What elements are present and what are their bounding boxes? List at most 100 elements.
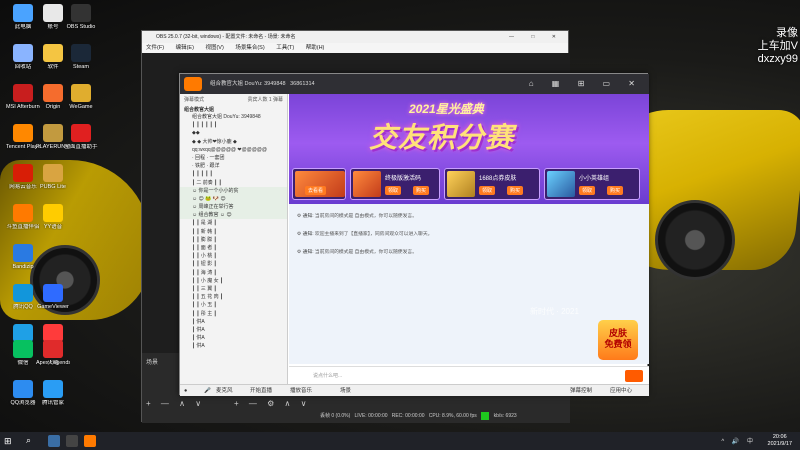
desktop-icon[interactable]: Steam xyxy=(64,44,98,70)
promo-badge[interactable]: 皮肤 免费领 xyxy=(598,320,638,360)
danmu-row[interactable]: ┃ ┃ 膨 膨 ┃ xyxy=(180,236,287,244)
play-music-button[interactable]: 播放音乐 xyxy=(290,385,312,397)
event-banner[interactable]: 2021星光盛典 交友积分赛 去看看 终极版激活码 领取 购买 1688点券皮肤… xyxy=(289,94,649,204)
system-tray[interactable]: ^ 🔊 中 xyxy=(721,436,756,445)
card-button-2[interactable]: 购买 xyxy=(413,186,430,195)
app-icon xyxy=(13,4,33,22)
banner-card[interactable]: 1688点券皮肤 领取 购买 xyxy=(444,168,540,200)
danmu-control[interactable]: 弹幕控制 xyxy=(570,385,592,397)
douyu-toolbar: ● 🎤 麦克风 开始直播 播放音乐 场景 弹幕控制 应用中心 xyxy=(180,384,649,396)
banner-card[interactable]: 终极版激活码 领取 购买 xyxy=(350,168,440,200)
desktop-icon[interactable]: 全面直播助手 xyxy=(64,124,98,150)
danmu-row[interactable]: 组合教官大姐 DouYu: 3949848 xyxy=(180,113,287,121)
banner-card[interactable]: 去看看 xyxy=(292,168,346,200)
menu-file[interactable]: 文件(F) xyxy=(146,45,164,51)
desktop-icon[interactable]: 网易云音乐 xyxy=(6,164,40,190)
danmu-row[interactable]: ☺ 周峰正在举行答 xyxy=(180,203,287,212)
start-button[interactable]: ⊞ xyxy=(4,436,12,447)
tab-guest-count[interactable]: 贵宾人数 1 弹幕 xyxy=(247,94,283,106)
danmu-row[interactable]: ☺ 😊 🐸 🐶 😊 xyxy=(180,194,287,204)
desktop-icon[interactable]: GameViewer xyxy=(36,284,70,310)
card-button[interactable]: 去看看 xyxy=(305,186,327,195)
card-button[interactable]: 领取 xyxy=(579,186,596,195)
sidebar-tabs[interactable]: 弹幕模式 贵宾人数 1 弹幕 xyxy=(180,94,287,106)
desktop-icon[interactable]: 腾讯管家 xyxy=(36,380,70,406)
danmu-row[interactable]: ┃ ┃ 小 魔 女 ┃ xyxy=(180,277,287,285)
desktop-icon[interactable]: MSI Afterburner xyxy=(6,84,40,110)
desktop-icon[interactable]: 此电脑 xyxy=(6,4,40,30)
desktop-icon[interactable]: 回收站 xyxy=(6,44,40,70)
status-indicator xyxy=(481,411,490,420)
desktop-icon[interactable]: 腾讯QQ xyxy=(6,284,40,310)
menu-help[interactable]: 帮助(H) xyxy=(306,45,325,51)
danmu-row[interactable]: ┃ ┃ 五 花 肉 ┃ xyxy=(180,293,287,301)
app-icon xyxy=(43,380,63,398)
scene-controls[interactable]: + — ∧ ∨ xyxy=(146,399,205,408)
obs-titlebar[interactable]: OBS 25.0.7 (32-bit, windows) - 配置文件: 未命名… xyxy=(142,31,568,43)
danmu-row[interactable]: ┃ ┃ 彤 主 ┃ xyxy=(180,310,287,318)
danmu-row[interactable]: ┃ 供A xyxy=(180,342,287,350)
mic-icon[interactable]: 🎤 xyxy=(204,385,211,397)
window-buttons[interactable]: — □ ✕ xyxy=(509,31,564,43)
danmu-row[interactable]: qq:wxqq@@@@@ ❤@@@@@ xyxy=(180,146,287,154)
taskview-icon[interactable] xyxy=(48,435,60,447)
avatar[interactable]: ● xyxy=(184,385,187,397)
menu-tools[interactable]: 工具(T) xyxy=(276,45,294,51)
danmu-row[interactable]: · 铁肥 · 跟洋 xyxy=(180,162,287,170)
danmu-row[interactable]: ┃ 供A xyxy=(180,318,287,326)
danmu-row[interactable]: ◆ ◆ 大帅❤惊小鹿 ◆ xyxy=(180,138,287,146)
app-center[interactable]: 应用中心 xyxy=(610,385,632,397)
obs-taskbar-icon[interactable] xyxy=(66,435,78,447)
douyu-taskbar-icon[interactable] xyxy=(84,435,96,447)
desktop-icon[interactable]: WeGame xyxy=(64,84,98,110)
danmu-row[interactable]: ┃ ┃ 钮 影 ┃ xyxy=(180,260,287,268)
danmu-row[interactable]: ┃ ┃ 三 翼 ┃ xyxy=(180,285,287,293)
menu-scene-collection[interactable]: 场景集合(S) xyxy=(235,45,264,51)
mic-label[interactable]: 麦克风 xyxy=(216,385,233,397)
menu-edit[interactable]: 编辑(E) xyxy=(176,45,194,51)
danmu-row[interactable]: ┃ ┃ ┃ ┃ ┃ ┃ xyxy=(180,121,287,129)
card-title: 小小英雄组 xyxy=(579,176,610,182)
menu-view[interactable]: 视图(V) xyxy=(205,45,223,51)
danmu-row[interactable]: ◆◆ xyxy=(180,129,287,137)
danmu-row[interactable]: ┃ ┃ ┃ ┃ ┃ xyxy=(180,170,287,178)
search-icon[interactable]: ⌕ xyxy=(26,435,31,446)
danmu-row[interactable]: ☺ 组合教官 ☺ 😊 xyxy=(180,211,287,220)
danmu-row[interactable]: ┃ ┃ 面 者 ┃ xyxy=(180,244,287,252)
douyu-client-window[interactable]: 组合教官大姐 DouYu: 3949848 36861314 ⌂ ▦ ⊞ ▭ ✕… xyxy=(179,73,649,396)
danmu-row[interactable]: ┃ 二 前奏 ┃ ┃ xyxy=(180,179,287,187)
tab-danmu-mode[interactable]: 弹幕模式 xyxy=(184,97,204,103)
scene-button[interactable]: 场景 xyxy=(340,385,351,397)
source-controls[interactable]: + — ⚙ ∧ ∨ xyxy=(234,399,310,408)
danmu-row[interactable]: ┃ ┃ 是 湖 ┃ xyxy=(180,219,287,227)
app-icon xyxy=(43,84,63,102)
danmu-row[interactable]: ┃ ┃ 海 涛 ┃ xyxy=(180,269,287,277)
danmu-row[interactable]: ┃ ┃ 小 玉 ┃ xyxy=(180,301,287,309)
card-button-2[interactable]: 购买 xyxy=(607,186,624,195)
desktop-icon[interactable]: OBS Studio xyxy=(64,4,98,30)
topbar-icons[interactable]: ⌂ ▦ ⊞ ▭ ✕ xyxy=(529,74,643,94)
danmu-row[interactable]: · 回程 · 一套团 xyxy=(180,154,287,162)
danmu-row[interactable]: ┃ ┃ 新 韩 ┃ xyxy=(180,228,287,236)
desktop-icon[interactable]: 火绒 xyxy=(36,340,70,366)
danmu-row[interactable]: ┃ 供A xyxy=(180,326,287,334)
chat-input[interactable]: 说点什么吧... xyxy=(313,372,342,379)
danmu-row[interactable]: ┃ 供A xyxy=(180,334,287,342)
open-live-button[interactable]: 开始直播 xyxy=(250,385,272,397)
desktop-icon[interactable]: YY语音 xyxy=(36,204,70,230)
card-button[interactable]: 领取 xyxy=(385,186,402,195)
desktop-icon[interactable]: 微信 xyxy=(6,340,40,366)
desktop-icon[interactable]: PUBG Lite xyxy=(36,164,70,190)
send-button[interactable] xyxy=(625,370,643,382)
card-button-2[interactable]: 购买 xyxy=(507,186,524,195)
danmu-row[interactable]: ☺ 你是一个小小的贫 xyxy=(180,186,287,195)
desktop-icon[interactable]: 斗鱼直播伴侣 xyxy=(6,204,40,230)
desktop-icon[interactable]: QQ浏览器 xyxy=(6,380,40,406)
desktop-icon[interactable]: Bandizip xyxy=(6,244,40,270)
danmu-row[interactable]: ┃ ┃ 小 桃 ┃ xyxy=(180,252,287,260)
banner-card[interactable]: 小小英雄组 领取 购买 xyxy=(544,168,640,200)
clock[interactable]: 20:06 2021/9/17 xyxy=(768,434,792,448)
desktop-icon[interactable]: Tencent Player xyxy=(6,124,40,150)
card-button[interactable]: 领取 xyxy=(479,186,496,195)
app-icon xyxy=(13,164,33,182)
